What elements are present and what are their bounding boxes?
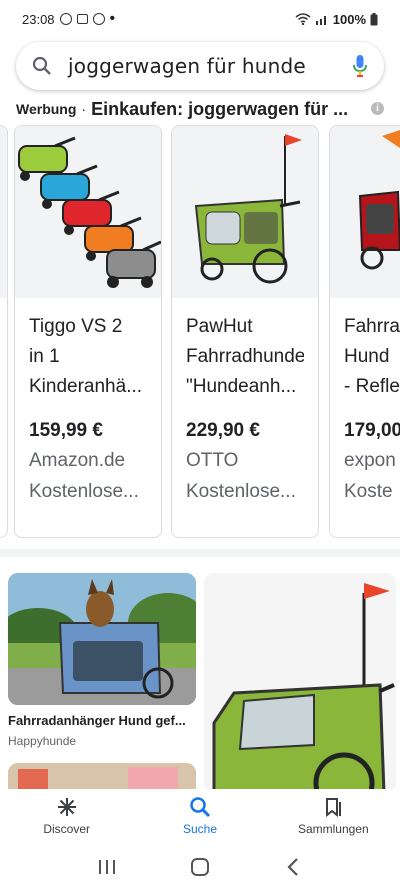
- nav-collections-label: Sammlungen: [297, 822, 369, 836]
- nav-search[interactable]: Suche: [133, 789, 266, 843]
- recent-apps-icon[interactable]: [97, 858, 117, 876]
- product-store: expon: [344, 450, 396, 471]
- collections-icon: [326, 798, 342, 818]
- product-shipping: Koste: [344, 481, 393, 502]
- product-carousel[interactable]: Tiggo VS 2 in 1 Kinderanhä... 159,99 € A…: [0, 125, 400, 538]
- product-image: [0, 126, 7, 298]
- stroller-group-image: [18, 136, 161, 288]
- product-image: [15, 126, 161, 298]
- info-icon[interactable]: i: [371, 102, 384, 115]
- search-input[interactable]: joggerwagen für hunde: [68, 54, 352, 78]
- product-price: 159,99 €: [29, 420, 103, 441]
- product-card[interactable]: Fahrra Hund - Refle 179,00 expon Koste: [329, 125, 400, 538]
- battery-percent: 100%: [332, 11, 366, 27]
- nav-discover[interactable]: Discover: [0, 789, 133, 843]
- status-bar: 23:08 • 100%: [0, 0, 400, 38]
- result-image: [8, 573, 196, 705]
- product-store: Amazon.de: [29, 450, 126, 471]
- image-result-card[interactable]: Fahrradanhänger Hund gef... Happyhunde: [8, 573, 196, 748]
- product-card[interactable]: Tiggo VS 2 in 1 Kinderanhä... 159,99 € A…: [14, 125, 162, 538]
- product-card-partial-left[interactable]: [0, 125, 8, 538]
- ad-separator: ·: [81, 101, 87, 117]
- product-price: 229,90 €: [186, 420, 260, 441]
- section-divider: [0, 549, 400, 557]
- product-title: Tiggo VS 2 in 1 Kinderanhä...: [29, 316, 143, 397]
- discover-icon: [57, 798, 76, 816]
- system-navigation-bar: [0, 845, 400, 889]
- microphone-icon[interactable]: [352, 54, 368, 78]
- result-source: Happyhunde: [8, 734, 77, 748]
- image-result-card[interactable]: [204, 573, 396, 793]
- messenger-icon: [92, 13, 105, 25]
- product-title: PawHut Fahrradhunde "Hundeanh...: [186, 316, 304, 397]
- nav-search-label: Suche: [182, 822, 217, 836]
- back-icon[interactable]: [283, 857, 303, 877]
- product-image: [330, 126, 400, 298]
- status-left: 23:08 •: [22, 10, 116, 27]
- home-icon[interactable]: [190, 857, 210, 877]
- dog-trailer-image: [194, 134, 302, 284]
- product-price: 179,00: [344, 420, 400, 441]
- product-image: [172, 126, 318, 298]
- shopping-ads-header: Werbung · Einkaufen: joggerwagen für ...: [16, 96, 396, 122]
- product-store: OTTO: [186, 450, 239, 471]
- battery-icon: [370, 12, 378, 25]
- signal-icon: [315, 16, 326, 25]
- search-icon: [32, 56, 51, 75]
- gallery-icon: [76, 14, 88, 24]
- whatsapp-icon: [59, 13, 72, 25]
- status-time: 23:08: [22, 11, 55, 27]
- result-title: Fahrradanhänger Hund gef...: [8, 713, 186, 728]
- dog-in-trailer-image: [8, 573, 196, 705]
- red-trailer-image: [358, 130, 400, 270]
- product-shipping: Kostenlose...: [186, 481, 296, 502]
- search-bar[interactable]: joggerwagen für hunde: [16, 42, 384, 90]
- ad-label: Werbung: [16, 101, 77, 117]
- product-card[interactable]: PawHut Fahrradhunde "Hundeanh... 229,90 …: [171, 125, 319, 538]
- product-shipping: Kostenlose...: [29, 481, 139, 502]
- nav-collections[interactable]: Sammlungen: [267, 789, 400, 843]
- wifi-icon: [295, 13, 311, 25]
- bottom-navigation: Discover Suche Sammlungen: [0, 789, 400, 843]
- status-right: 100%: [295, 12, 378, 27]
- product-title: Fahrra Hund - Refle: [344, 316, 400, 397]
- green-trailer-image: [204, 573, 396, 793]
- ad-section-title: Einkaufen: joggerwagen für ...: [91, 98, 349, 119]
- nav-discover-label: Discover: [43, 822, 90, 836]
- search-nav-icon: [190, 797, 211, 818]
- notification-dot-icon: •: [109, 10, 116, 27]
